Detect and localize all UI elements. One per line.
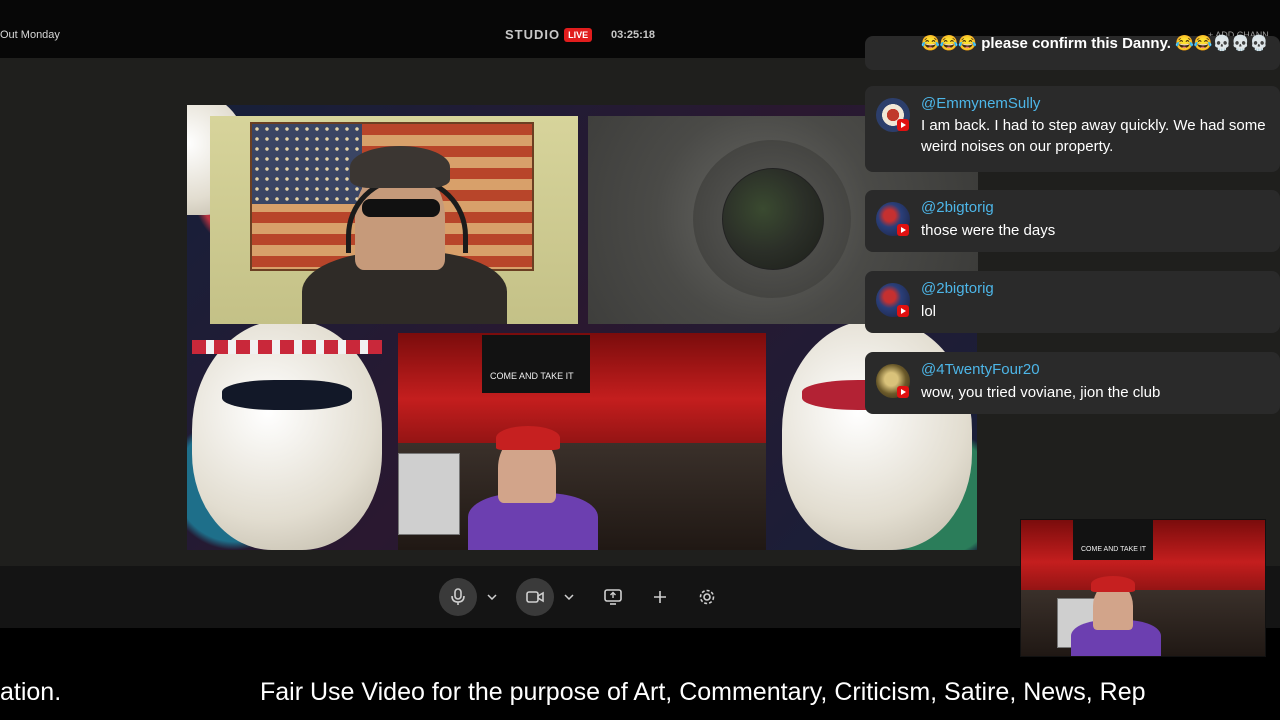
chat-username[interactable]: @EmmynemSully <box>921 95 1040 112</box>
screen-share-icon <box>604 589 622 605</box>
chat-message-card: @2bigtorig lol <box>865 271 1280 333</box>
chat-message-text: 😂😂😂 please confirm this Danny. 😂😂💀💀💀 <box>921 35 1269 52</box>
broadcast-timer: 03:25:18 <box>611 29 656 41</box>
chat-message-card: 😂😂😂 please confirm this Danny. 😂😂💀💀💀 <box>865 35 1280 70</box>
chat-message-card: @2bigtorig those were the days <box>865 190 1280 252</box>
news-ticker: ation. Fair Use Video for the purpose of… <box>0 678 1280 712</box>
chat-message-text: those were the days <box>921 222 1056 239</box>
plus-icon <box>654 591 666 603</box>
camera-options[interactable] <box>562 585 576 609</box>
studio-live-logo: STUDIO LIVE <box>505 27 593 42</box>
microphone-button[interactable] <box>439 578 477 616</box>
picture-in-picture-video[interactable]: COME AND TAKE IT <box>1020 519 1266 657</box>
screen-share-button[interactable] <box>594 578 632 616</box>
youtube-icon <box>897 386 909 398</box>
guest-video-tile[interactable]: COME AND TAKE IT <box>398 333 766 550</box>
banner-text: COME AND TAKE IT <box>490 371 574 381</box>
chat-username[interactable]: @4TwentyFour20 <box>921 361 1040 378</box>
ticker-text: Fair Use Video for the purpose of Art, C… <box>260 678 1146 706</box>
studio-label: STUDIO <box>505 27 561 42</box>
chat-message-text: I am back. I had to step away quickly. W… <box>921 117 1266 155</box>
chat-message-card: @4TwentyFour20 wow, you tried voviane, j… <box>865 352 1280 414</box>
pip-banner-text: COME AND TAKE IT <box>1081 546 1147 553</box>
chat-message-text: wow, you tried voviane, jion the club <box>921 384 1161 401</box>
chevron-down-icon <box>564 594 574 600</box>
microphone-icon <box>451 588 465 605</box>
chat-username[interactable]: @2bigtorig <box>921 199 994 216</box>
chevron-down-icon <box>487 594 497 600</box>
host-video-tile[interactable] <box>210 116 578 324</box>
youtube-icon <box>897 119 909 131</box>
guest-avatar <box>722 168 824 270</box>
youtube-icon <box>897 305 909 317</box>
camera-icon <box>526 591 544 603</box>
chat-username[interactable]: @2bigtorig <box>921 280 994 297</box>
background-skull <box>192 320 382 550</box>
ticker-fragment: ation. <box>0 678 62 706</box>
microphone-options[interactable] <box>485 585 499 609</box>
camera-button[interactable] <box>516 578 554 616</box>
gear-icon <box>699 589 715 605</box>
show-title: Out Monday <box>0 29 60 41</box>
wall-banner <box>482 335 590 393</box>
live-badge: LIVE <box>564 27 593 42</box>
add-button[interactable] <box>641 578 679 616</box>
wall-banner <box>1073 520 1153 560</box>
chat-message-text: lol <box>921 303 937 320</box>
chat-message-card: @EmmynemSully I am back. I had to step a… <box>865 86 1280 172</box>
youtube-icon <box>897 224 909 236</box>
settings-button[interactable] <box>688 578 726 616</box>
